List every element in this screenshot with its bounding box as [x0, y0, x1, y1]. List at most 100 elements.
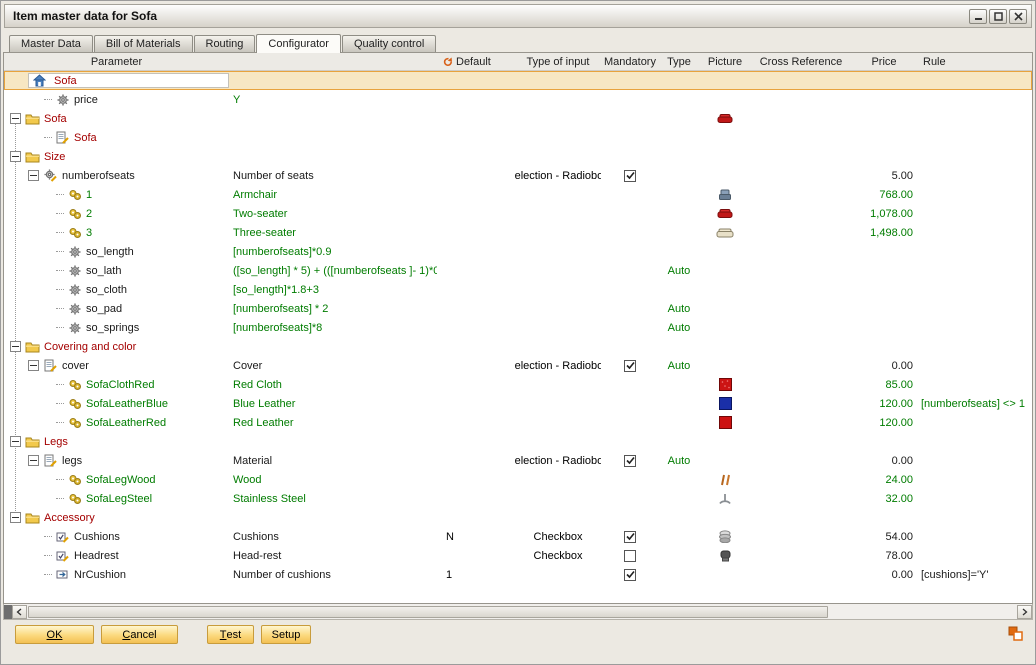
expand-toggle[interactable]: [10, 341, 21, 352]
table-row[interactable]: Covering and color: [4, 337, 1032, 356]
titlebar[interactable]: Item master data for Sofa: [4, 4, 1032, 28]
default-cell: [437, 128, 515, 147]
column-header-rule[interactable]: Rule: [917, 53, 1026, 71]
table-row[interactable]: SofaClothRedRed Cloth85.00: [4, 375, 1032, 394]
tab-quality-control[interactable]: Quality control: [342, 35, 436, 52]
maximize-button[interactable]: [989, 9, 1007, 24]
expand-toggle[interactable]: [28, 455, 39, 466]
scroll-right-button[interactable]: [1017, 605, 1032, 619]
form-settings-icon[interactable]: [1008, 626, 1023, 646]
close-button[interactable]: [1009, 9, 1027, 24]
table-row[interactable]: SofaLegSteelStainless Steel32.00: [4, 489, 1032, 508]
column-header-picture[interactable]: Picture: [699, 53, 751, 71]
column-header-price[interactable]: Price: [851, 53, 917, 71]
column-header-label: Price: [871, 56, 896, 68]
picture-steel-leg-icon: [718, 493, 732, 505]
table-row[interactable]: coverCoverSelection - RadioboxAuto0.00: [4, 356, 1032, 375]
table-row[interactable]: so_lath([so_length] * 5) + (([numberofse…: [4, 261, 1032, 280]
picture-cell: [699, 356, 751, 375]
scrollbar-cap: [4, 605, 12, 619]
table-row[interactable]: so_springs[numberofseats]*8Auto: [4, 318, 1032, 337]
horizontal-scrollbar[interactable]: [3, 604, 1033, 620]
table-row[interactable]: so_cloth[so_length]*1.8+3: [4, 280, 1032, 299]
default-cell: [437, 337, 515, 356]
mandatory-checkbox[interactable]: [624, 360, 636, 372]
expand-toggle[interactable]: [10, 512, 21, 523]
table-row[interactable]: Sofa: [4, 128, 1032, 147]
tab-bill-of-materials[interactable]: Bill of Materials: [94, 35, 193, 52]
column-header-description[interactable]: [229, 53, 437, 71]
type-of-input-value: Checkbox: [534, 550, 583, 562]
table-row[interactable]: so_pad[numberofseats] * 2Auto: [4, 299, 1032, 318]
mandatory-checkbox[interactable]: [624, 550, 636, 562]
default-cell: N: [437, 527, 515, 546]
expand-toggle[interactable]: [28, 170, 39, 181]
tab-master-data[interactable]: Master Data: [9, 35, 93, 52]
table-row[interactable]: SofaLeatherBlueBlue Leather120.00[number…: [4, 394, 1032, 413]
cancel-button[interactable]: Cancel: [101, 625, 178, 644]
cross-reference-cell: [751, 413, 851, 432]
column-header-type[interactable]: Type: [659, 53, 699, 71]
table-row[interactable]: Accessory: [4, 508, 1032, 527]
minimize-button[interactable]: [969, 9, 987, 24]
default-cell: [437, 147, 515, 166]
description-cell: [229, 432, 437, 451]
table-row[interactable]: SofaLeatherRedRed Leather120.00: [4, 413, 1032, 432]
description-cell: Stainless Steel: [229, 489, 437, 508]
table-row[interactable]: so_length[numberofseats]*0.9: [4, 242, 1032, 261]
table-row[interactable]: numberofseatsNumber of seatsSelection - …: [4, 166, 1032, 185]
default-cell: [437, 546, 515, 565]
parameter-cell: so_pad: [4, 299, 229, 318]
table-row[interactable]: SofaLegWoodWood24.00: [4, 470, 1032, 489]
scroll-left-button[interactable]: [12, 605, 27, 619]
table-row[interactable]: 1Armchair768.00: [4, 185, 1032, 204]
description-cell: Red Leather: [229, 413, 437, 432]
type-cell: [659, 565, 699, 584]
expand-toggle[interactable]: [10, 113, 21, 124]
selected-row-editbox[interactable]: Sofa: [28, 73, 229, 88]
ok-button[interactable]: OK: [15, 625, 94, 644]
table-row[interactable]: Legs: [4, 432, 1032, 451]
table-row[interactable]: Sofa: [4, 71, 1032, 90]
table-row[interactable]: legsMaterialSelection - RadioboxAuto0.00: [4, 451, 1032, 470]
picture-cell: [699, 546, 751, 565]
table-row[interactable]: priceY: [4, 90, 1032, 109]
table-row[interactable]: 2Two-seater1,078.00: [4, 204, 1032, 223]
scrollbar-thumb[interactable]: [28, 606, 828, 618]
table-row[interactable]: CushionsCushionsNCheckbox54.00: [4, 527, 1032, 546]
column-header-cross_reference[interactable]: Cross Reference: [751, 53, 851, 71]
mandatory-checkbox[interactable]: [624, 569, 636, 581]
description-cell: [numberofseats]*8: [229, 318, 437, 337]
column-header-parameter[interactable]: Parameter: [4, 53, 229, 71]
description-cell: Armchair: [229, 185, 437, 204]
type-of-input-cell: [515, 318, 601, 337]
page-edit-icon: [42, 454, 59, 467]
tree-connector: [56, 213, 64, 214]
table-row[interactable]: 3Three-seater1,498.00: [4, 223, 1032, 242]
mandatory-checkbox[interactable]: [624, 170, 636, 182]
mandatory-cell: [601, 128, 659, 147]
column-header-default[interactable]: Default: [437, 53, 515, 71]
description-text: Head-rest: [233, 550, 281, 562]
price-value: 0.00: [892, 455, 913, 467]
table-row[interactable]: NrCushionNumber of cushions10.00[cushion…: [4, 565, 1032, 584]
column-header-mandatory[interactable]: Mandatory: [601, 53, 659, 71]
picture-red-cloth-icon: [719, 378, 732, 391]
expand-toggle[interactable]: [28, 360, 39, 371]
tab-routing[interactable]: Routing: [194, 35, 256, 52]
table-row[interactable]: HeadrestHead-restCheckbox78.00: [4, 546, 1032, 565]
rule-cell: [917, 90, 1026, 109]
column-header-type_of_input[interactable]: Type of input: [515, 53, 601, 71]
mandatory-checkbox[interactable]: [624, 531, 636, 543]
test-button[interactable]: Test: [207, 625, 254, 644]
tab-configurator[interactable]: Configurator: [256, 34, 341, 53]
expand-toggle[interactable]: [10, 151, 21, 162]
table-row[interactable]: Sofa: [4, 109, 1032, 128]
setup-button[interactable]: Setup: [261, 625, 311, 644]
mandatory-checkbox[interactable]: [624, 455, 636, 467]
picture-cell: [699, 90, 751, 109]
default-cell: [437, 185, 515, 204]
expand-toggle[interactable]: [10, 436, 21, 447]
type-cell: [659, 394, 699, 413]
table-row[interactable]: Size: [4, 147, 1032, 166]
